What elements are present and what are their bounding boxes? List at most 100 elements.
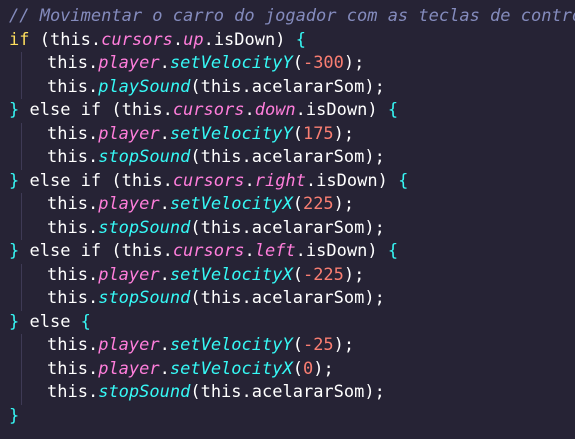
code-line[interactable]: this.playSound(this.acelararSom); (9, 75, 575, 99)
code-token-punct: . (244, 170, 255, 191)
code-token-punct: . (87, 194, 99, 214)
code-token-prop: player (98, 123, 160, 144)
code-token-punct: ( (190, 147, 201, 167)
code-token-prop: cursors (172, 170, 245, 191)
code-token-punct: acelararSom (251, 217, 365, 238)
code-token-brace: } (9, 100, 20, 120)
code-token-punct: ); (364, 382, 385, 402)
code-token-punct: . (241, 382, 252, 402)
code-token-punct: ); (333, 194, 355, 214)
code-line[interactable]: this.stopSound(this.acelararSom); (9, 216, 575, 240)
code-line[interactable]: } else if (this.cursors.left.isDown) { (9, 240, 575, 264)
code-token-punct: this (49, 29, 91, 50)
code-token-punct: ( (292, 358, 303, 379)
code-line[interactable]: } else if (this.cursors.right.isDown) { (9, 170, 575, 194)
indent-guide (21, 381, 22, 405)
code-token-fn: setVelocityY (169, 123, 293, 144)
code-line[interactable]: } (9, 405, 575, 429)
code-token-punct: . (87, 382, 99, 402)
code-token-punct: . (241, 288, 252, 308)
code-token-prop: cursors (101, 29, 173, 50)
code-token-prop: down (254, 100, 296, 120)
code-token-punct: ( (292, 53, 303, 73)
indent-guide (21, 52, 22, 76)
code-token-punct: . (87, 53, 99, 73)
code-token-punct: . (159, 335, 170, 355)
code-token-punct: isDown (305, 241, 368, 261)
indent-guide (21, 193, 22, 217)
code-line[interactable]: this.player.setVelocityX(225); (9, 193, 575, 217)
code-token-punct: this (200, 288, 242, 308)
code-token-punct: this (200, 217, 242, 238)
code-token-prop: player (98, 194, 160, 214)
code-line[interactable]: this.player.setVelocityX(-225); (9, 263, 575, 287)
code-token-punct: else if ( (19, 170, 122, 191)
code-token-punct: . (305, 170, 317, 191)
code-token-punct: ); (333, 123, 355, 144)
code-token-fn: playSound (98, 76, 191, 97)
code-token-punct: this (200, 147, 242, 167)
code-token-punct: ( (190, 382, 201, 402)
code-token-punct: this (47, 358, 88, 379)
code-line[interactable]: this.stopSound(this.acelararSom); (9, 381, 575, 405)
code-token-fn: setVelocityX (169, 194, 293, 214)
code-token-punct: ) (367, 241, 388, 261)
code-token-prop: player (98, 335, 160, 355)
code-token-punct: . (172, 29, 184, 50)
code-token-punct: this (121, 170, 163, 191)
code-token-punct: . (90, 29, 102, 50)
code-token-punct: else if ( (19, 100, 122, 120)
code-token-prop: up (183, 29, 204, 50)
code-token-fn: stopSound (98, 147, 191, 167)
code-token-brace: { (387, 241, 399, 261)
code-token-punct: this (47, 76, 88, 97)
code-token-punct: . (244, 241, 255, 261)
code-line[interactable]: this.stopSound(this.acelararSom); (9, 146, 575, 170)
code-line[interactable]: this.player.setVelocityX(0); (9, 357, 575, 381)
code-token-punct: ( (292, 194, 303, 214)
code-token-punct: . (203, 29, 214, 50)
code-token-punct: . (162, 241, 173, 261)
code-token-punct: ); (364, 217, 385, 238)
code-token-punct: ) (275, 29, 296, 50)
code-line[interactable]: this.player.setVelocityY(-25); (9, 334, 575, 358)
code-token-fn: setVelocityX (169, 358, 293, 379)
code-token-punct: . (87, 147, 99, 167)
code-editor[interactable]: // Movimentar o carro do jogador com as … (0, 0, 575, 439)
code-token-punct: . (159, 358, 170, 379)
code-token-prop: player (98, 358, 160, 379)
code-token-punct: . (295, 100, 306, 120)
code-token-punct: ) (367, 100, 388, 120)
code-token-punct: . (159, 264, 170, 285)
code-token-punct: . (87, 264, 99, 285)
code-token-punct: ); (343, 53, 365, 73)
code-token-num: 0 (302, 358, 314, 379)
code-token-punct: else if ( (19, 241, 122, 261)
code-token-prop: cursors (172, 100, 245, 120)
code-token-punct: ); (364, 76, 385, 97)
code-token-num: -300 (302, 53, 344, 73)
code-token-punct: . (159, 194, 170, 214)
indent-guide (21, 334, 22, 358)
code-token-punct: this (200, 382, 242, 402)
code-token-fn: setVelocityX (169, 264, 293, 285)
code-token-brace: } (9, 241, 20, 261)
code-line[interactable]: this.player.setVelocityY(-300); (9, 52, 575, 76)
code-line[interactable]: // Movimentar o carro do jogador com as … (9, 5, 575, 29)
code-token-num: 175 (302, 123, 334, 144)
code-line[interactable]: this.player.setVelocityY(175); (9, 122, 575, 146)
indent-guide (21, 287, 22, 311)
code-token-kw: if (9, 29, 30, 50)
code-token-punct: else (19, 311, 81, 332)
code-line[interactable]: } else if (this.cursors.down.isDown) { (9, 99, 575, 123)
code-token-punct: . (87, 358, 99, 379)
code-line[interactable]: this.stopSound(this.acelararSom); (9, 287, 575, 311)
code-token-punct: isDown (316, 170, 378, 191)
code-token-punct: ( (292, 264, 303, 285)
code-token-punct: . (162, 100, 173, 120)
code-line[interactable]: if (this.cursors.up.isDown) { (9, 29, 575, 53)
code-line[interactable]: } else { (9, 311, 575, 335)
code-token-punct: . (87, 217, 99, 238)
code-token-punct: . (295, 241, 306, 261)
code-token-punct: ( (292, 335, 303, 355)
